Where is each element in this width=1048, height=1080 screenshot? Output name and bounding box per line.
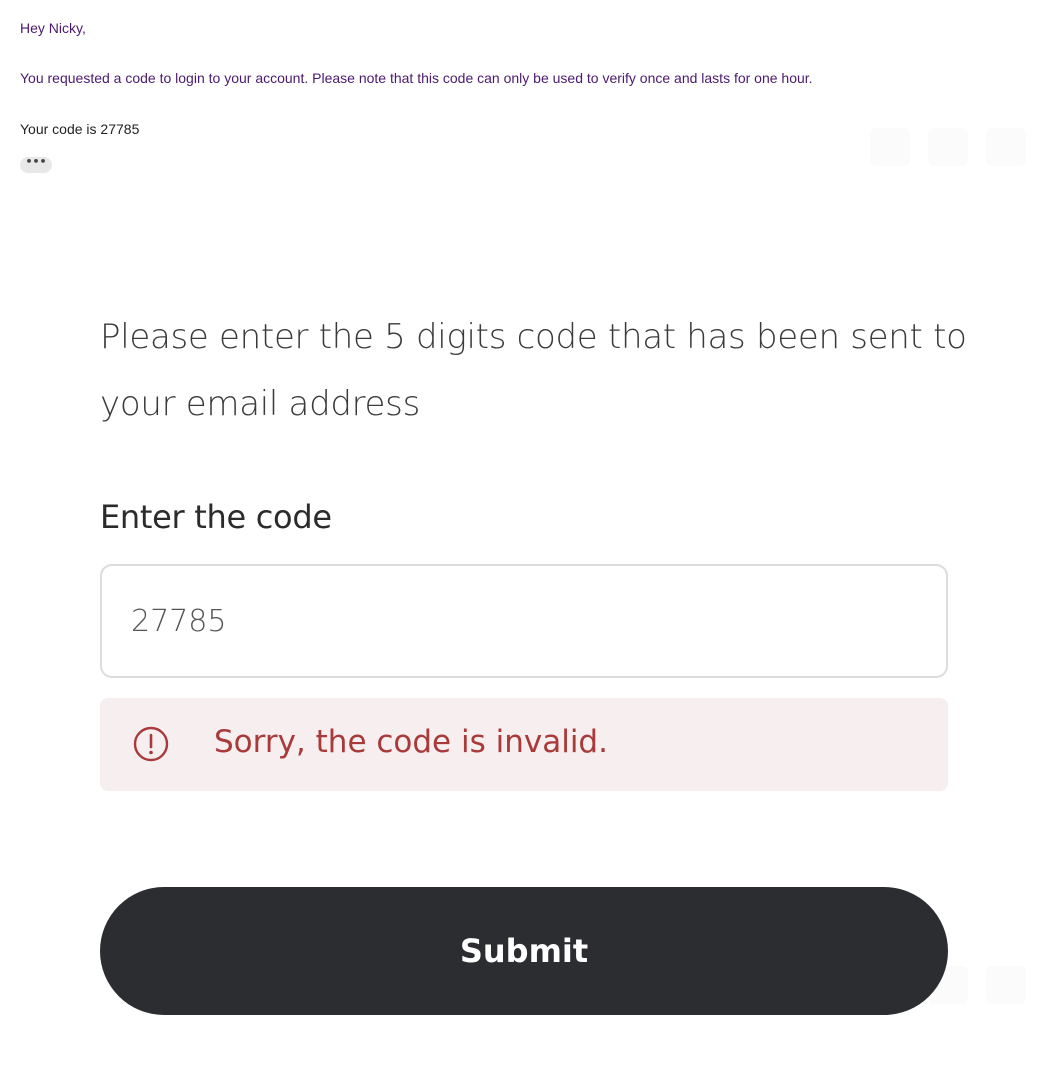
show-trimmed-content-button[interactable]: •••: [20, 156, 52, 173]
faint-toolbar-icon: [986, 128, 1026, 166]
email-body: You requested a code to login to your ac…: [20, 70, 813, 86]
code-input[interactable]: [100, 564, 948, 678]
instructions-text: Please enter the 5 digits code that has …: [100, 317, 967, 424]
faint-toolbar-icon: [870, 128, 910, 166]
faint-toolbar-icon: [928, 128, 968, 166]
exclamation-circle-icon: [133, 726, 169, 762]
error-message: Sorry, the code is invalid.: [214, 724, 608, 760]
email-code-line: Your code is 27785: [20, 121, 140, 137]
error-message-box: Sorry, the code is invalid.: [100, 698, 948, 791]
email-greeting: Hey Nicky,: [20, 20, 86, 36]
code-field-label: Enter the code: [100, 498, 332, 536]
submit-button[interactable]: Submit: [100, 887, 948, 1015]
faint-toolbar-icon: [986, 966, 1026, 1004]
